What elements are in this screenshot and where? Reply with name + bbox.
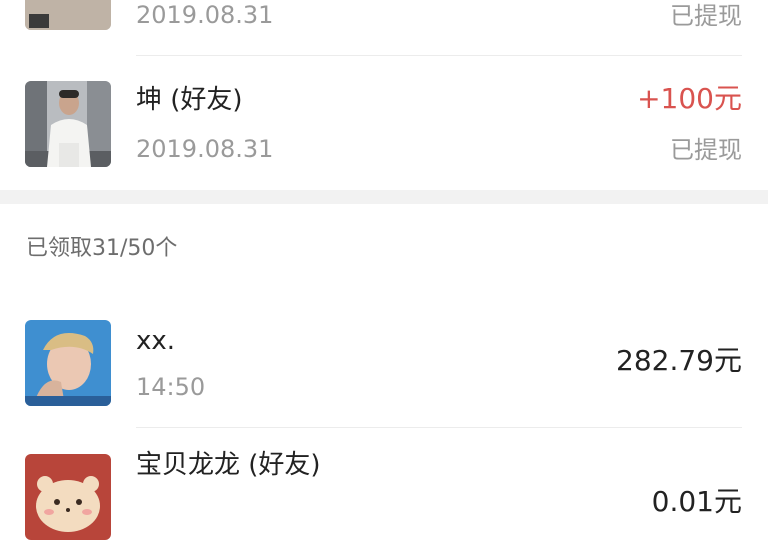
list-item-amount: 282.79元 [616, 344, 742, 377]
list-item-name: 坤 (好友) [136, 85, 243, 115]
list-item-date: 2019.08.31 [136, 1, 274, 29]
list-item[interactable]: 坤 (好友) 2019.08.31 +100元 已提现 [0, 56, 768, 190]
list-item-amount: +100元 [637, 82, 742, 115]
withdrawal-list: 2019.08.31 已提现 坤 (好友) 2019.08.31 +100元 已… [0, 0, 768, 190]
avatar [25, 454, 111, 540]
list-item[interactable]: 宝贝龙龙 (好友) 0.01元 [0, 428, 768, 540]
received-list: xx. 14:50 282.79元 宝贝龙龙 (好友) 0.01元 [0, 290, 768, 540]
received-summary: 已领取31/50个 [26, 236, 178, 261]
section-gap [0, 190, 768, 204]
list-item-name: xx. [136, 326, 176, 356]
avatar [25, 81, 111, 167]
list-item[interactable]: xx. 14:50 282.79元 [0, 290, 768, 427]
list-item-time: 14:50 [136, 373, 206, 401]
list-item-name: 宝贝龙龙 (好友) [136, 450, 321, 480]
list-item[interactable]: 2019.08.31 已提现 [0, 0, 768, 55]
list-item-date: 2019.08.31 [136, 135, 274, 163]
avatar [25, 320, 111, 406]
list-item-status: 已提现 [670, 136, 742, 164]
avatar [25, 0, 111, 30]
list-item-status: 已提现 [670, 2, 742, 30]
list-item-amount: 0.01元 [651, 485, 742, 518]
